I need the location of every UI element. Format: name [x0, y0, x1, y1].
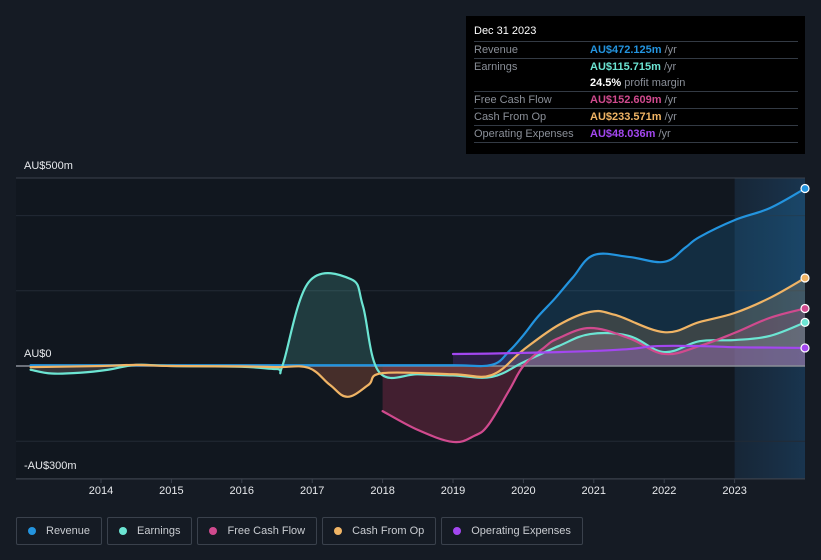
- legend-label: Cash From Op: [352, 525, 425, 537]
- tooltip-row-revenue: Revenue AU$472.125m/yr: [474, 42, 798, 59]
- tooltip-unit: /yr: [664, 94, 677, 106]
- tooltip-label: Earnings: [474, 61, 518, 73]
- cash-from-op-endpoint[interactable]: [800, 273, 810, 283]
- operating-expenses-endpoint[interactable]: [800, 343, 810, 353]
- y-tick-label-top: AU$500m: [24, 160, 73, 172]
- tooltip-row-earnings: Earnings AU$115.715m/yr: [474, 59, 798, 75]
- tooltip-unit: profit margin: [624, 77, 686, 89]
- x-tick-label: 2022: [651, 485, 677, 497]
- tooltip-rows: Revenue AU$472.125m/yr Earnings AU$115.715m…: [474, 42, 798, 143]
- tooltip-value: AU$152.609m: [590, 94, 662, 106]
- earnings-endpoint[interactable]: [800, 317, 810, 327]
- legend-label: Revenue: [46, 525, 91, 537]
- tooltip-label: Cash From Op: [474, 111, 547, 123]
- x-tick-label: 2018: [370, 485, 395, 497]
- y-tick-label-bottom: -AU$300m: [24, 460, 77, 472]
- legend-dot-icon: [28, 527, 36, 535]
- tooltip-unit: /yr: [664, 111, 677, 123]
- tooltip-row-free-cash-flow: Free Cash Flow AU$152.609m/yr: [474, 92, 798, 109]
- legend-dot-icon: [334, 527, 343, 535]
- tooltip-unit: /yr: [663, 61, 677, 73]
- free-cash-flow-endpoint[interactable]: [800, 303, 810, 314]
- x-axis-ticks: [100, 479, 736, 483]
- tooltip-label: Free Cash Flow: [474, 94, 552, 106]
- tooltip-label: Operating Expenses: [474, 128, 574, 140]
- tooltip-unit: /yr: [658, 128, 671, 140]
- legend-item-earnings[interactable]: Earnings: [107, 517, 193, 545]
- tooltip-panel: Dec 31 2023 Revenue AU$472.125m/yr Earning…: [466, 16, 805, 154]
- tooltip-unit: /yr: [664, 44, 677, 56]
- legend-item-revenue[interactable]: Revenue: [16, 517, 103, 545]
- tooltip-row-profit-margin: 24.5% profit margin: [474, 75, 798, 92]
- tooltip-label: Revenue: [474, 44, 519, 56]
- legend-label: Free Cash Flow: [227, 525, 306, 537]
- x-tick-label: 2017: [299, 485, 325, 497]
- x-tick-label: 2020: [511, 485, 536, 497]
- legend: Revenue Earnings Free Cash Flow Cash From O…: [16, 517, 583, 545]
- legend-item-operating-expenses[interactable]: Operating Expenses: [441, 517, 583, 545]
- tooltip-value: AU$115.715m: [590, 61, 661, 73]
- x-tick-label: 2021: [581, 485, 607, 497]
- y-tick-label-zero: AU$0: [24, 348, 52, 360]
- legend-dot-icon: [119, 527, 128, 535]
- tooltip-value: AU$48.036m: [590, 128, 656, 140]
- x-tick-label: 2023: [722, 485, 747, 497]
- x-tick-label: 2015: [159, 485, 184, 497]
- tooltip-value: 24.5%: [590, 77, 622, 89]
- legend-dot-icon: [209, 527, 218, 535]
- tooltip-value: AU$472.125m: [590, 44, 662, 56]
- x-tick-label: 2019: [440, 485, 466, 497]
- legend-item-free-cash-flow[interactable]: Free Cash Flow: [197, 517, 318, 545]
- tooltip-label: [474, 75, 590, 91]
- tooltip-value: AU$233.571m: [590, 111, 662, 123]
- x-tick-label: 2016: [229, 485, 255, 497]
- tooltip-date: Dec 31 2023: [474, 24, 798, 42]
- x-tick-label: 2014: [88, 485, 114, 497]
- legend-dot-icon: [453, 527, 462, 535]
- tooltip-row-operating-expenses: Operating Expenses AU$48.036m/yr: [474, 126, 798, 143]
- legend-label: Earnings: [137, 525, 181, 537]
- revenue-endpoint[interactable]: [800, 183, 810, 194]
- legend-label: Operating Expenses: [471, 525, 571, 537]
- tooltip-row-cash-from-op: Cash From Op AU$233.571m/yr: [474, 109, 798, 126]
- legend-item-cash-from-op[interactable]: Cash From Op: [322, 517, 437, 545]
